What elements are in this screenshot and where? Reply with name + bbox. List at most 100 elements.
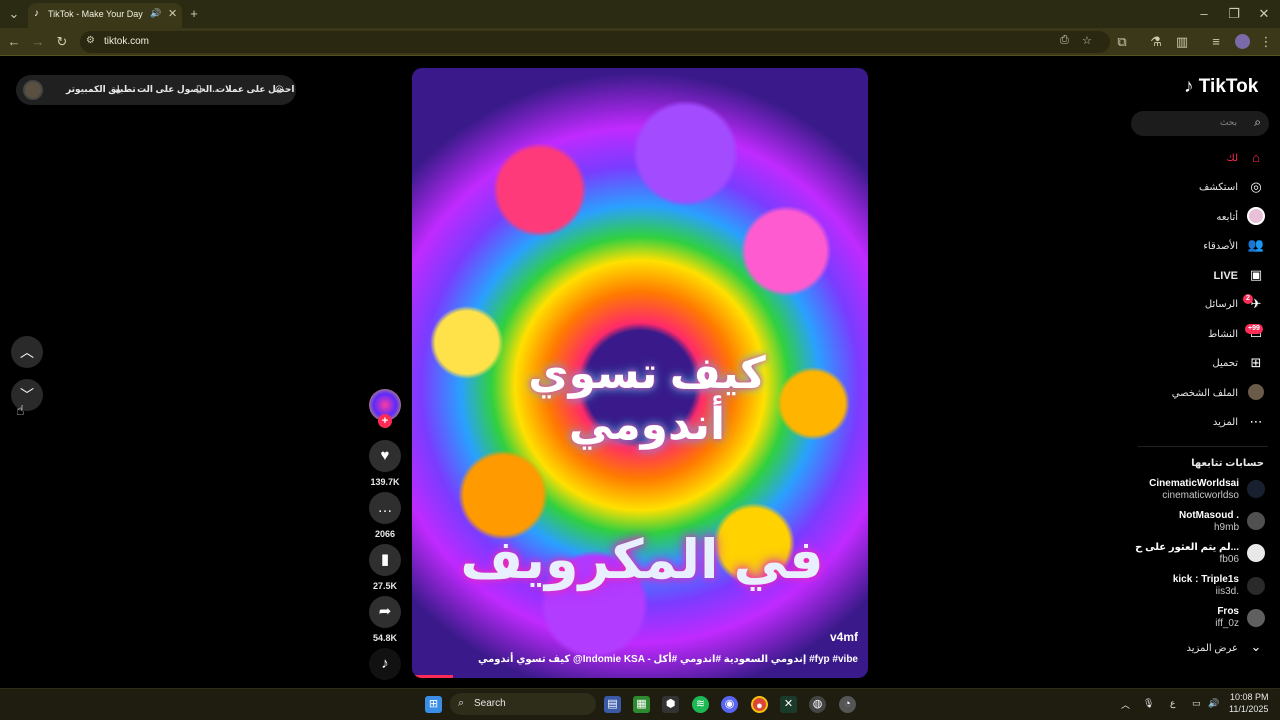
comment-count: 2066 [374,529,396,539]
sidebar-item-upload[interactable]: تحميل [1212,358,1238,369]
sidebar-item-messages[interactable]: الرسائل [1205,299,1238,310]
browser-tab[interactable]: ♪ TikTok - Make Your Day 🔊 ✕ [28,3,182,28]
window-close-icon[interactable]: ✕ [1256,6,1272,22]
taskbar-search-label: Search [474,698,506,709]
sidebar-item-more[interactable]: المزيد [1213,417,1238,428]
account-avatar[interactable] [1247,512,1265,530]
comment-icon: … [377,499,393,516]
account-name[interactable]: Fros [1217,606,1239,617]
address-bar[interactable]: ⚙ tiktok.com ⎙ ☆ [80,31,1110,53]
input-language[interactable]: ع [1170,698,1175,709]
minecraft-icon[interactable]: ▦ [633,696,650,713]
back-icon[interactable]: ← [6,34,22,50]
taskbar-search[interactable]: ⌕ Search [450,693,596,715]
video-author[interactable]: v4mf [830,630,858,644]
compass-icon: ◎ [1250,179,1262,194]
home-icon: ⌂ [1252,150,1260,165]
previous-video-button[interactable]: ︿ [11,336,43,368]
video-caption: كيف تسوي أندومي @Indomie KSA - إندومي ال… [477,654,858,665]
start-windows-icon[interactable]: ⊞ [425,696,442,713]
get-app-button[interactable]: الحصول على الت... [137,84,220,95]
file-explorer-icon[interactable]: ▤ [604,696,621,713]
account-avatar[interactable] [1247,577,1265,595]
save-count: 27.5K [372,581,398,591]
tab-list-icon[interactable]: ⌄ [6,6,22,22]
clock-time[interactable]: 10:08 PM [1230,692,1269,702]
microphone-icon[interactable]: 🎙 [1143,698,1154,709]
sidebar-item-following[interactable]: أتابعه [1216,212,1238,223]
user-avatar[interactable] [23,80,43,100]
flask-icon[interactable]: ⚗ [1148,34,1164,50]
account-username: fb06 [1219,554,1239,565]
video-progress-bar[interactable] [412,675,454,678]
desktop-app-button[interactable]: تطبيق الكمبيوتر [66,84,136,95]
phone-icon: ▯ [196,84,202,95]
sidebar-item-friends[interactable]: الأصدقاء [1203,241,1238,252]
sidebar-item-activity[interactable]: النشاط [1208,329,1238,340]
site-info-icon[interactable]: ⚙ [86,35,95,46]
account-avatar[interactable] [1247,609,1265,627]
sidebar-item-for-you[interactable]: لك [1227,153,1238,164]
install-app-icon[interactable]: ⎙ [1060,34,1069,47]
logo-text: TikTok [1198,76,1259,97]
account-name[interactable]: CinematicWorldsai [1149,478,1239,489]
steam-icon[interactable]: ◍ [809,696,826,713]
url-text: tiktok.com [104,36,150,47]
bookmark-star-icon[interactable]: ☆ [1082,34,1092,47]
network-icon[interactable]: ▭ [1192,698,1201,709]
overwatch-icon[interactable]: ◔ [839,696,856,713]
messages-badge: 2 [1243,294,1253,304]
follow-plus-icon[interactable]: + [378,414,392,428]
like-button[interactable]: ♥ [369,440,401,472]
tray-chevron-icon[interactable]: ︿ [1121,698,1130,711]
share-button[interactable]: ➦ [369,596,401,628]
media-control-icon[interactable]: ≡ [1208,34,1224,50]
search-icon: ⌕ [458,697,465,709]
search-icon[interactable]: ⌕ [1254,115,1261,130]
account-name[interactable]: kick : Triple1s [1173,574,1239,585]
speaker-icon[interactable]: 🔊 [150,8,161,19]
share-count: 54.8K [372,633,398,643]
app-cube-icon[interactable]: ⬢ [662,696,679,713]
new-tab-icon[interactable]: + [186,6,202,22]
forward-icon[interactable]: → [30,34,46,50]
volume-icon[interactable]: 🔊 [1208,698,1219,709]
chrome-icon[interactable]: ● [751,696,768,713]
search-input[interactable]: بحث ⌕ [1131,111,1269,136]
friends-icon: 👥 [1247,237,1265,252]
extensions-icon[interactable]: ⧉ [1114,34,1130,50]
chevron-down-icon: ⌄ [1250,639,1262,654]
mouse-cursor-icon: ☝ [16,402,25,418]
see-more-link[interactable]: عرض المزيد [1186,643,1238,654]
minimize-icon[interactable]: – [1196,6,1212,22]
account-username: iff_0z [1215,618,1239,629]
browser-menu-icon[interactable]: ⋮ [1258,34,1274,50]
following-accounts-title: حسابات تتابعها [1191,458,1264,469]
tiktok-logo[interactable]: ♪ TikTok [1184,76,1258,98]
like-count: 139.7K [370,477,400,487]
sidebar-item-profile[interactable]: الملف الشخصي [1172,388,1238,399]
tab-close-icon[interactable]: ✕ [168,7,177,20]
account-avatar[interactable] [1247,480,1265,498]
side-panel-icon[interactable]: ▥ [1174,34,1190,50]
account-avatar[interactable] [1247,544,1265,562]
account-username: iis3d. [1215,586,1239,597]
account-name[interactable]: لم يتم العثور على ح... [1135,542,1239,553]
heart-icon: ♥ [380,447,390,464]
discord-icon[interactable]: ◉ [721,696,738,713]
sidebar-item-live[interactable]: LIVE [1214,270,1238,282]
search-placeholder: بحث [1219,117,1237,127]
spotify-icon[interactable]: ≋ [692,696,709,713]
comment-button[interactable]: … [369,492,401,524]
clock-date[interactable]: 11/1/2025 [1229,704,1268,714]
profile-avatar[interactable] [1235,34,1250,49]
reload-icon[interactable]: ↻ [54,34,70,50]
save-button[interactable]: ▮ [369,544,401,576]
video-player[interactable]: كيف تسوي أندومي في المكرويف v4mf كيف تسو… [412,68,868,678]
sidebar-item-explore[interactable]: استكشف [1199,182,1238,193]
xbox-icon[interactable]: ✕ [780,696,797,713]
account-name[interactable]: NotMasoud . [1179,510,1239,521]
restore-icon[interactable]: ❐ [1226,6,1242,22]
sound-button[interactable]: ♪ [369,648,401,680]
video-overlay-subtitle: في المكرويف [460,530,824,590]
